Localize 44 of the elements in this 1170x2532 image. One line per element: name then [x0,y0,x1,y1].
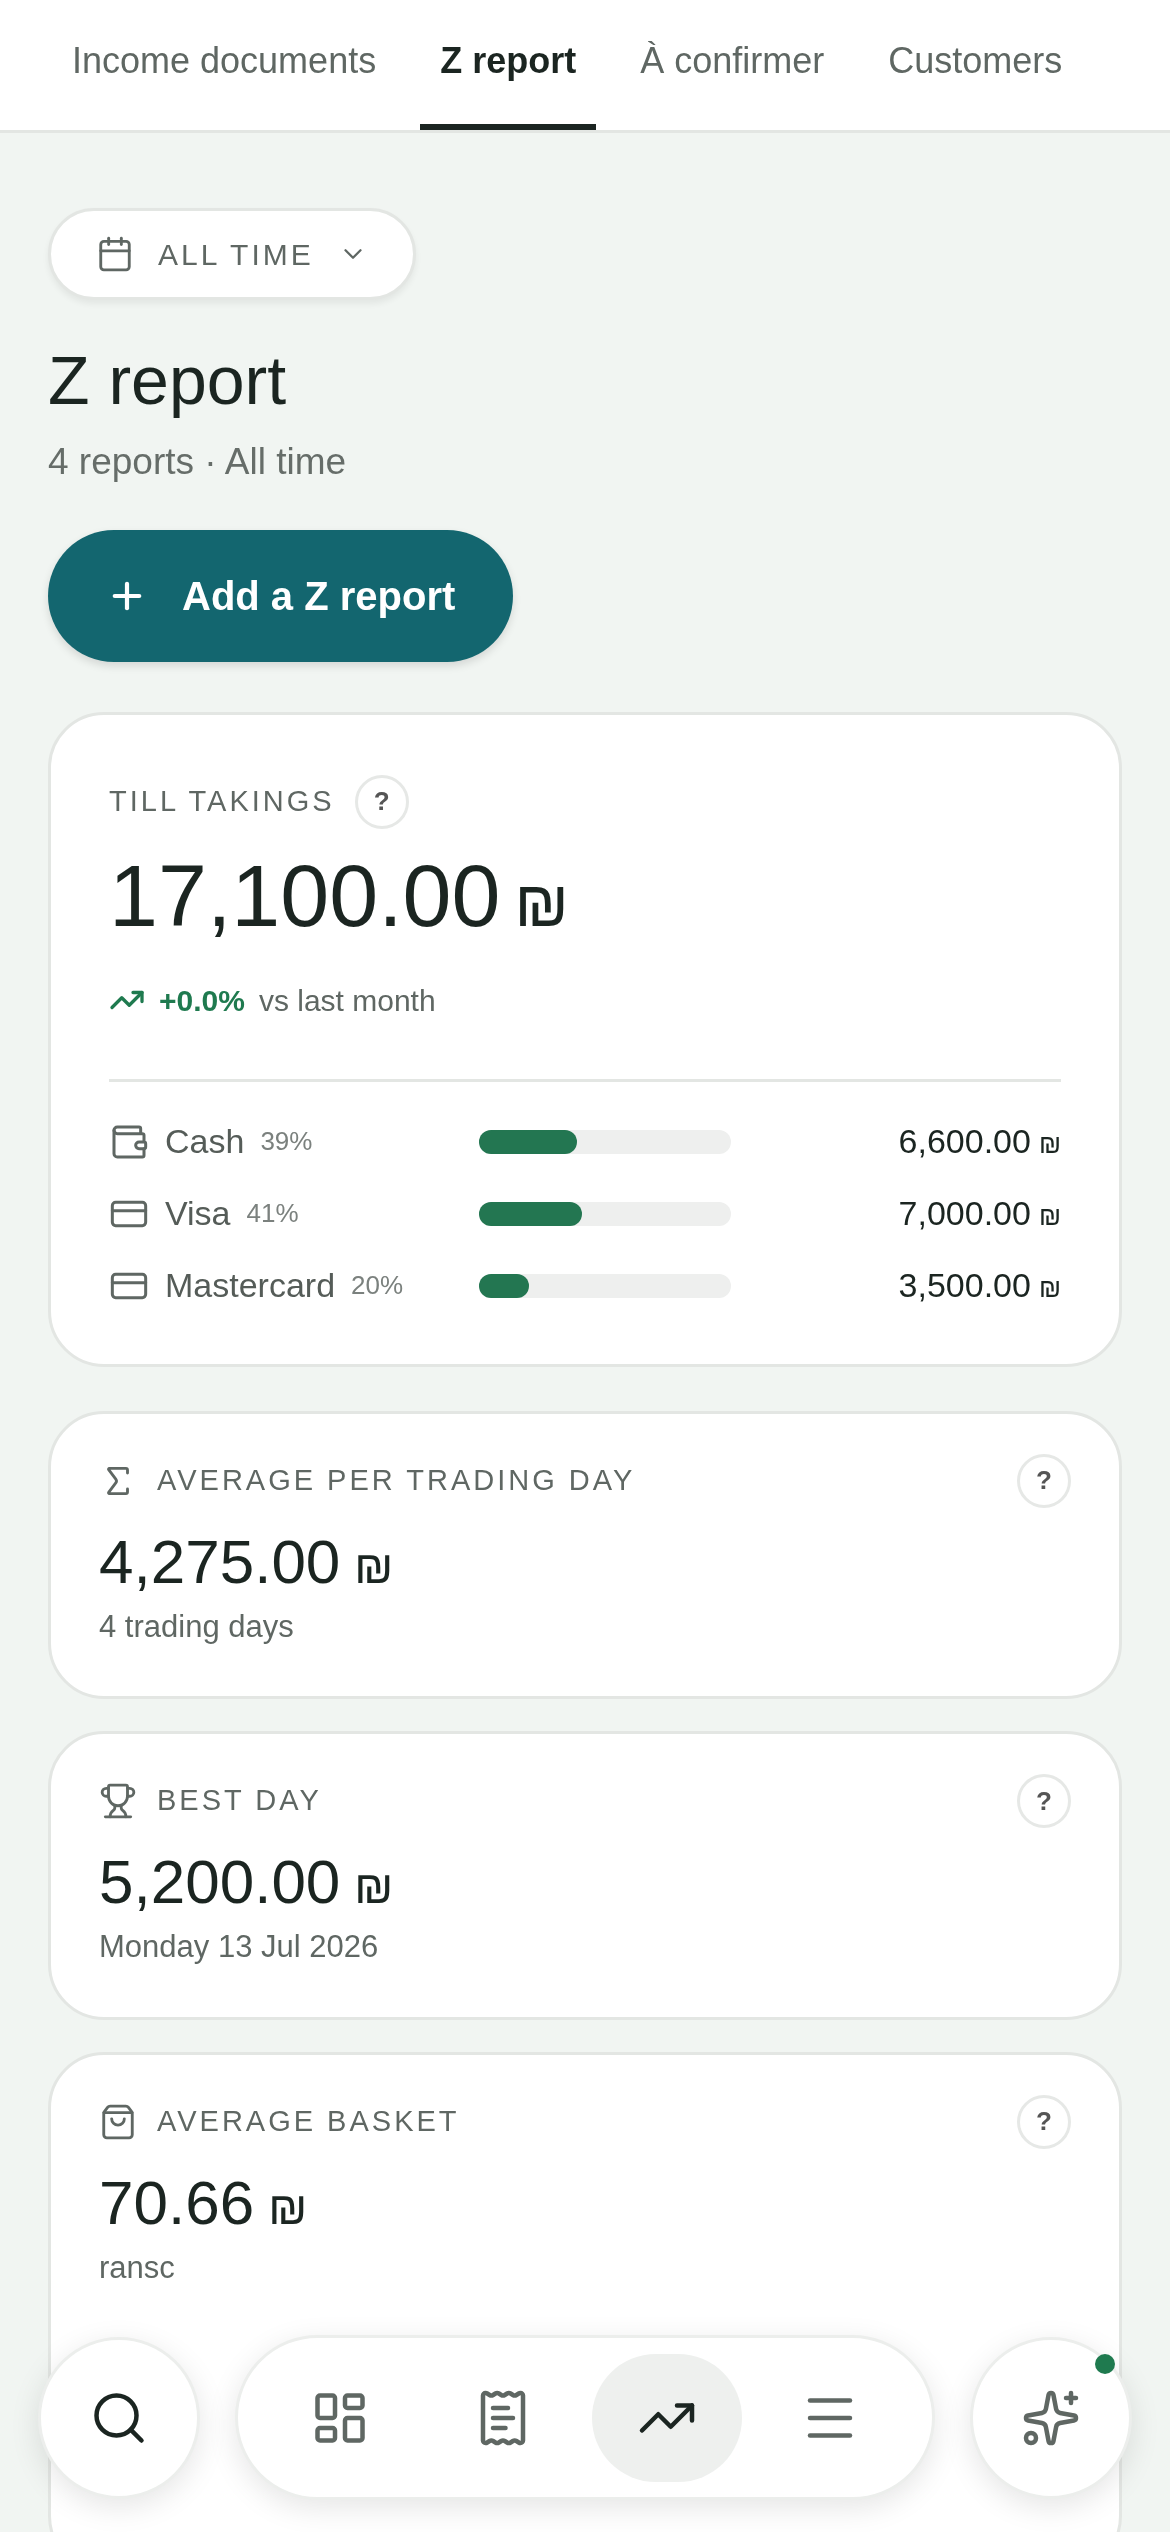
period-dropdown[interactable]: ALL TIME [48,208,416,300]
tab[interactable]: Income documents [52,0,397,130]
payment-method-amount: 3,500.00 [898,1265,1031,1306]
tab[interactable]: À confirmer [620,0,845,130]
tab[interactable]: Customers [868,0,1083,130]
shopping-bag-icon [99,2102,137,2141]
trend-comparison: vs last month [258,982,436,1019]
currency-sign: ₪ [514,866,569,942]
card-label: AVERAGE BASKET [157,2103,461,2139]
total-amount: 17,100.00 [109,844,501,947]
help-button[interactable]: ? [1017,1774,1071,1828]
stat-note: Monday 13 Jul 2026 [99,1928,379,1966]
currency-sign: ₪ [268,2180,308,2236]
card-label: AVERAGE PER TRADING DAY [157,1462,637,1498]
help-button[interactable]: ? [1017,1453,1071,1508]
help-button[interactable]: ? [354,774,409,829]
payment-method-amount: 7,000.00 [898,1193,1031,1234]
currency-sign: ₪ [1038,1128,1061,1161]
add-report-button[interactable]: Add a Z report [48,529,514,662]
currency-sign: ₪ [354,1539,394,1595]
stat-note: ransc [99,2248,175,2287]
page-subtitle: 4 reports · All time [48,440,347,484]
page-title: Z report [48,341,287,420]
stat-amount: 70.66 [99,2166,255,2239]
tab[interactable]: Z report [420,0,597,130]
card-label: BEST DAY [157,1783,323,1819]
stat-note: 4 trading days [99,1607,294,1646]
payment-method-share: 41% [246,1197,299,1230]
trend-change: +0.0% [159,982,245,1019]
payment-method-name: Visa [165,1193,231,1234]
help-button[interactable]: ? [1017,2094,1071,2149]
payment-method-amount: 6,600.00 [898,1121,1031,1162]
payment-method-share: 39% [260,1125,313,1158]
card-label: TILL TAKINGS [109,783,335,819]
currency-sign: ₪ [1038,1272,1061,1305]
stat-amount: 4,275.00 [99,1525,341,1598]
currency-sign: ₪ [354,1860,394,1915]
stat-amount: 5,200.00 [99,1846,341,1918]
trophy-icon [99,1782,137,1820]
calendar-icon [96,235,134,273]
payment-method-name: Mastercard [165,1265,336,1306]
payment-method-share: 20% [351,1269,404,1302]
currency-sign: ₪ [1038,1200,1061,1233]
payment-method-name: Cash [165,1121,245,1162]
